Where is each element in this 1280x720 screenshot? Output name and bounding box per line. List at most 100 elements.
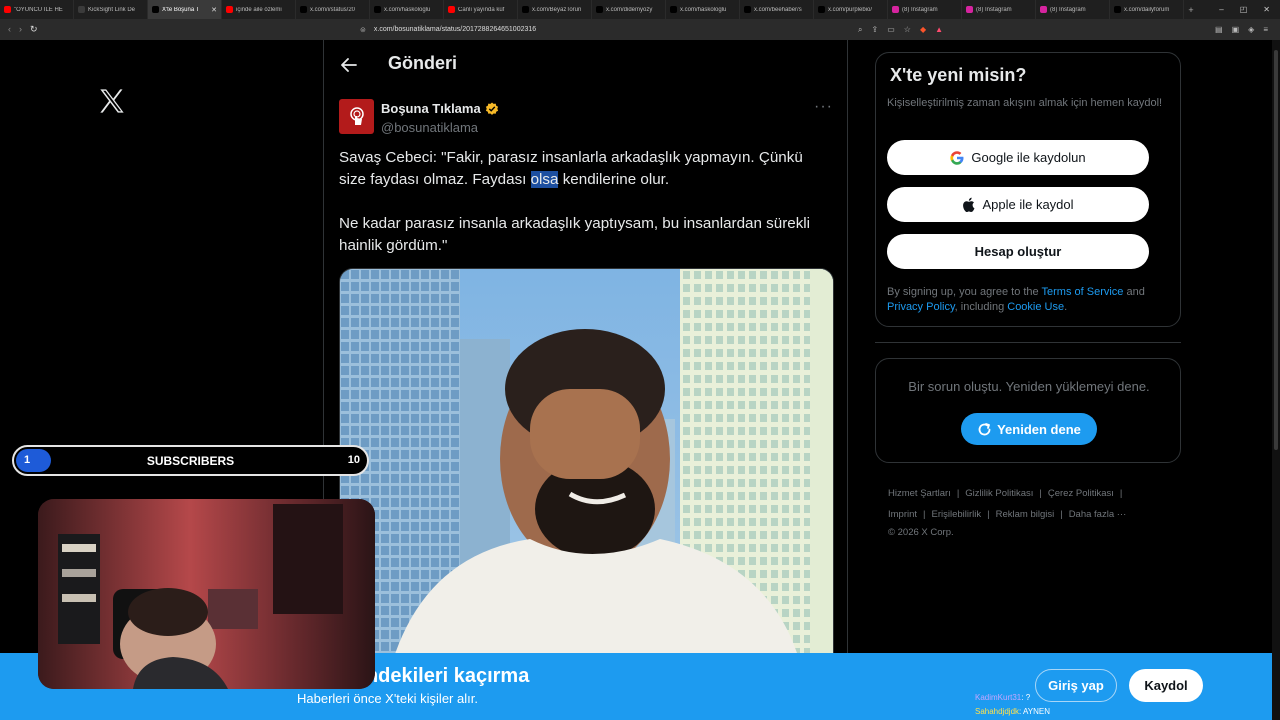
terms-of-service-link[interactable]: Terms of Service — [1042, 286, 1124, 298]
create-account-button[interactable]: Hesap oluştur — [887, 234, 1149, 269]
browser-tab[interactable]: x.com/i/status/20 — [296, 0, 370, 19]
address-bar: ‹ › ↻ ⊜ x.com/bosunatiklama/status/20172… — [0, 19, 1280, 40]
wallet-icon[interactable]: ▣ — [1232, 25, 1240, 34]
reload-icon[interactable]: ↻ — [30, 24, 38, 35]
footer-link[interactable]: Daha fazla ··· — [1069, 509, 1127, 520]
tab-label: x.com/beehaber/s — [754, 6, 802, 13]
author-handle[interactable]: @bosunatiklama — [381, 120, 478, 135]
browser-tab[interactable]: x.com/didemyozy — [592, 0, 666, 19]
tab-favicon-icon — [152, 6, 159, 13]
register-button[interactable]: Kaydol — [1129, 669, 1203, 702]
close-window-button[interactable]: ✕ — [1263, 5, 1270, 14]
site-info-icon[interactable]: ⊜ — [360, 26, 366, 34]
retry-label: Yeniden dene — [997, 421, 1081, 437]
scrollbar-thumb[interactable] — [1274, 50, 1278, 450]
browser-tab[interactable]: içinde aile özlemi — [222, 0, 296, 19]
browser-tab[interactable]: "OYUNCU İLE HE — [0, 0, 74, 19]
back-button[interactable] — [338, 54, 360, 76]
restore-button[interactable]: ◰ — [1240, 5, 1248, 14]
error-message: Bir sorun oluştu. Yeniden yüklemeyi dene… — [908, 379, 1150, 394]
browser-tab[interactable]: x.com/haskologlu — [666, 0, 740, 19]
apple-signup-button[interactable]: Apple ile kaydol — [887, 187, 1149, 222]
forward-nav-icon[interactable]: › — [19, 24, 22, 35]
vpn-icon[interactable]: ◈ — [1248, 25, 1254, 34]
browser-tab[interactable]: Canlı yayında küf — [444, 0, 518, 19]
browser-tab[interactable]: KickSight Link De — [74, 0, 148, 19]
tab-label: x.com/haskologlu — [680, 6, 727, 13]
browser-tab[interactable]: x.com/purplebio/ — [814, 0, 888, 19]
chat-message: Sahahdjdjdk: AYNEN — [975, 705, 1050, 719]
login-button[interactable]: Giriş yap — [1035, 669, 1117, 702]
chat-username: KadimKurt31 — [975, 693, 1022, 702]
footer-link[interactable]: Erişilebilirlik — [932, 509, 982, 520]
footer-link[interactable]: Imprint — [888, 509, 917, 520]
tab-favicon-icon — [596, 6, 603, 13]
browser-tab[interactable]: (8) Instagram — [888, 0, 962, 19]
tab-favicon-icon — [670, 6, 677, 13]
footer-separator: | — [1119, 488, 1123, 499]
tab-favicon-icon — [818, 6, 825, 13]
browser-tab[interactable]: x.com/beehaber/s — [740, 0, 814, 19]
post-header: Gönderi — [324, 40, 849, 90]
tab-label: x.com/purplebio/ — [828, 6, 873, 13]
zoom-icon[interactable]: ⌕ — [858, 25, 862, 35]
tab-favicon-icon — [226, 6, 233, 13]
subscriber-goal-widget: SUBSCRIBERS 1 10 — [12, 445, 369, 476]
install-icon[interactable]: ▭ — [887, 25, 895, 35]
tweet-paragraph-2: Ne kadar parasız insanla arkadaşlık yapt… — [339, 215, 811, 254]
divider — [875, 342, 1181, 343]
url-field[interactable]: ⊜ x.com/bosunatiklama/status/20172882646… — [360, 23, 858, 37]
back-nav-icon[interactable]: ‹ — [8, 24, 11, 35]
retry-button[interactable]: Yeniden dene — [961, 413, 1097, 445]
tab-label: x.com/haskologlu — [384, 6, 431, 13]
tab-label: x.com/BeyazTorun — [532, 6, 582, 13]
signup-title: X'te yeni misin? — [890, 65, 1027, 85]
brave-shield-icon[interactable]: ◆ — [920, 25, 926, 35]
footer-link[interactable]: Hizmet Şartları — [888, 488, 951, 499]
minimize-button[interactable]: – — [1219, 5, 1223, 14]
signup-subtitle: Kişiselleştirilmiş zaman akışını almak i… — [887, 97, 1163, 109]
error-card: Bir sorun oluştu. Yeniden yüklemeyi dene… — [875, 358, 1181, 463]
apple-signup-label: Apple ile kaydol — [982, 197, 1074, 212]
tweet-text: Savaş Cebeci: "Fakir, parasız insanlarla… — [339, 147, 829, 257]
footer-link[interactable]: Reklam bilgisi — [996, 509, 1055, 520]
footer-link[interactable]: Çerez Politikası — [1048, 488, 1114, 499]
x-logo-icon[interactable] — [98, 88, 126, 119]
page-scrollbar[interactable] — [1272, 40, 1280, 720]
browser-tab[interactable]: x.com/dailyforum — [1110, 0, 1184, 19]
footer-link[interactable]: Gizlilik Politikası — [965, 488, 1033, 499]
rewards-icon[interactable]: ▲ — [935, 25, 943, 35]
privacy-policy-link[interactable]: Privacy Policy — [887, 301, 955, 313]
cookie-use-link[interactable]: Cookie Use — [1007, 301, 1064, 313]
footer-row-2: Imprint | Erişilebilirlik | Reklam bilgisi | D… — [888, 504, 1178, 525]
google-signup-button[interactable]: Google ile kaydolun — [887, 140, 1149, 175]
tab-favicon-icon — [1114, 6, 1121, 13]
browser-tab[interactable]: (8) Instagram — [962, 0, 1036, 19]
browser-tab[interactable]: x.com/BeyazTorun — [518, 0, 592, 19]
footer-separator: | — [923, 509, 926, 520]
terms-including: , including — [954, 301, 1008, 313]
tweet-paragraph-1: Savaş Cebeci: "Fakir, parasız insanlarla… — [339, 147, 829, 191]
author-avatar[interactable] — [339, 99, 374, 134]
author-name[interactable]: Boşuna Tıklama — [381, 101, 499, 116]
browser-tab[interactable]: (8) Instagram — [1036, 0, 1110, 19]
bookmark-icon[interactable]: ☆ — [904, 25, 911, 35]
footer-separator: | — [1039, 488, 1042, 499]
footer-separator: | — [987, 509, 990, 520]
browser-tab[interactable]: x.com/haskologlu — [370, 0, 444, 19]
tab-close-icon[interactable]: ✕ — [211, 6, 217, 14]
more-options-button[interactable]: ··· — [814, 98, 833, 116]
menu-icon[interactable]: ≡ — [1263, 25, 1268, 34]
new-tab-button[interactable]: + — [1184, 5, 1198, 15]
share-icon[interactable]: ⇪ — [872, 25, 879, 35]
sidebar-icon[interactable]: ▤ — [1215, 25, 1223, 34]
footer-separator: | — [1060, 509, 1063, 520]
tab-favicon-icon — [448, 6, 455, 13]
url-text[interactable]: x.com/bosunatiklama/status/2017288264651… — [374, 26, 536, 33]
subscriber-current: 1 — [24, 454, 31, 466]
tab-favicon-icon — [966, 6, 973, 13]
browser-tab[interactable]: X'te Boşuna T ✕ — [148, 0, 222, 19]
author-name-text[interactable]: Boşuna Tıklama — [381, 101, 481, 116]
signup-terms: By signing up, you agree to the Terms of… — [887, 285, 1177, 315]
tab-favicon-icon — [78, 6, 85, 13]
